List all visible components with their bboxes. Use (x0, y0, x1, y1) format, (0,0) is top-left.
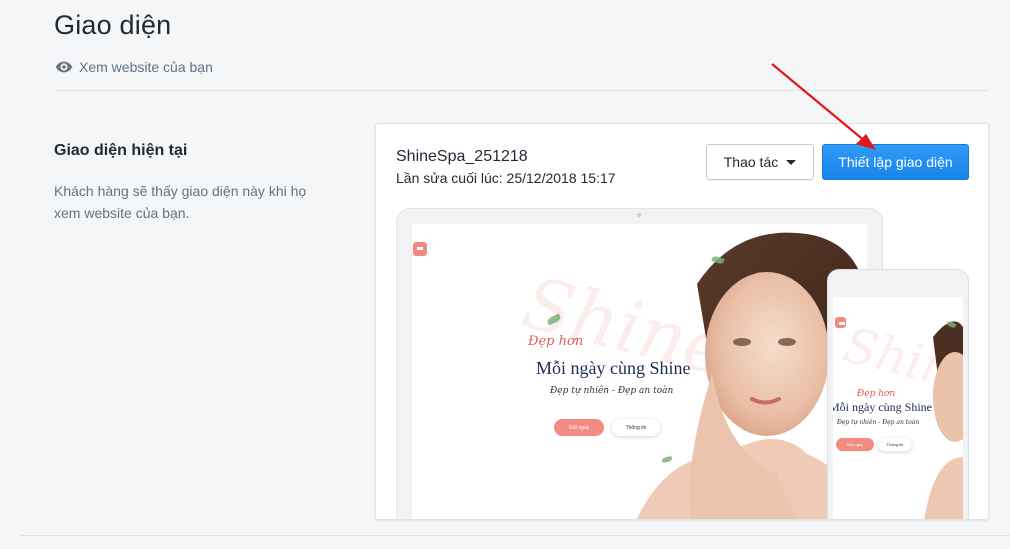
hero-cta-primary[interactable]: Gửi ngay (554, 419, 604, 436)
footer-divider (20, 535, 1010, 536)
actions-label: Thao tác (723, 154, 779, 170)
eye-icon (55, 61, 73, 73)
theme-last-edited: Lần sửa cuối lúc: 25/12/2018 15:17 (396, 170, 616, 186)
mobile-preview-screen: Shine Đẹp hơn Mỗi ngày cùng Shine Đẹp tự… (833, 297, 963, 519)
hero-cta-primary[interactable]: Gửi ngay (836, 438, 874, 451)
hero-tagline: Đẹp tự nhiên - Đẹp an toàn (837, 419, 920, 426)
hero-cta-secondary[interactable]: Thông tin (878, 438, 912, 451)
site-logo (835, 317, 846, 328)
site-logo (413, 242, 427, 256)
view-website-link[interactable]: Xem website của bạn (55, 58, 213, 76)
caret-down-icon (786, 159, 797, 165)
hero-kicker: Đẹp hơn (857, 389, 896, 399)
hero-kicker: Đẹp hơn (528, 334, 584, 349)
hero-model-photo (924, 321, 963, 519)
view-website-label: Xem website của bạn (79, 59, 213, 75)
hero-headline: Mỗi ngày cùng Shine (833, 400, 932, 414)
hero-headline: Mỗi ngày cùng Shine (536, 358, 691, 378)
customize-theme-button[interactable]: Thiết lập giao diện (822, 144, 969, 180)
section-description: Khách hàng sẽ thấy giao diện này khi họ … (54, 183, 307, 221)
mobile-preview[interactable]: Shine Đẹp hơn Mỗi ngày cùng Shine Đẹp tự… (827, 269, 969, 519)
theme-name: ShineSpa_251218 (396, 148, 528, 165)
camera-dot (637, 213, 641, 217)
page-title: Giao diện (54, 10, 172, 40)
desktop-preview-screen: Shine Đẹp hơn Mỗi ngày cùng Shine Đẹp tự… (412, 224, 867, 519)
header-divider (54, 90, 988, 91)
actions-dropdown-button[interactable]: Thao tác (706, 144, 814, 180)
hero-cta-secondary[interactable]: Thông tin (612, 419, 660, 436)
desktop-preview[interactable]: Shine Đẹp hơn Mỗi ngày cùng Shine Đẹp tự… (396, 208, 883, 519)
hero-tagline: Đẹp tự nhiên - Đẹp an toàn (550, 386, 674, 396)
themes-page: Giao diện Xem website của bạn Giao diện … (0, 0, 1010, 549)
current-theme-card: ShineSpa_251218 Lần sửa cuối lúc: 25/12/… (375, 123, 989, 520)
section-heading: Giao diện hiện tại (54, 142, 188, 159)
